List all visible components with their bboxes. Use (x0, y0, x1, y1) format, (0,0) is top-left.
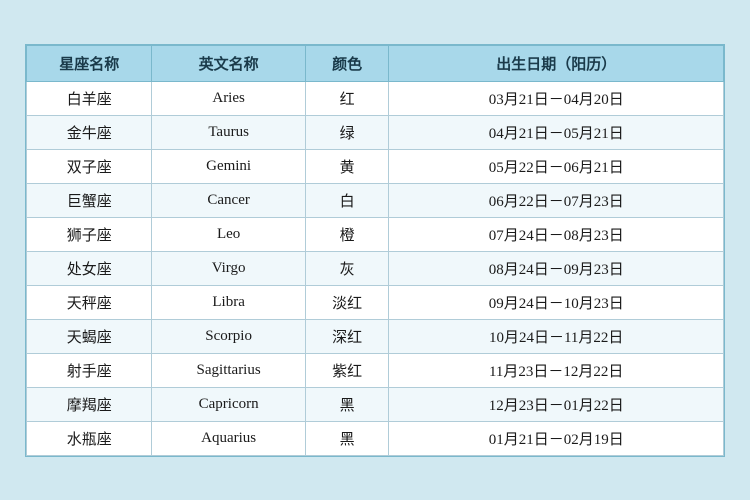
cell-color: 深红 (305, 319, 389, 353)
header-en: 英文名称 (152, 45, 305, 81)
cell-color: 黄 (305, 149, 389, 183)
cell-date: 09月24日－10月23日 (389, 285, 724, 319)
table-row: 天蝎座Scorpio深红10月24日－11月22日 (27, 319, 724, 353)
cell-date: 03月21日－04月20日 (389, 81, 724, 115)
cell-zh: 巨蟹座 (27, 183, 152, 217)
cell-color: 淡红 (305, 285, 389, 319)
cell-en: Aquarius (152, 421, 305, 455)
header-date: 出生日期（阳历） (389, 45, 724, 81)
cell-zh: 水瓶座 (27, 421, 152, 455)
table-row: 白羊座Aries红03月21日－04月20日 (27, 81, 724, 115)
cell-zh: 白羊座 (27, 81, 152, 115)
cell-en: Gemini (152, 149, 305, 183)
cell-zh: 天蝎座 (27, 319, 152, 353)
cell-en: Aries (152, 81, 305, 115)
table-row: 金牛座Taurus绿04月21日－05月21日 (27, 115, 724, 149)
cell-color: 灰 (305, 251, 389, 285)
zodiac-table-container: 星座名称 英文名称 颜色 出生日期（阳历） 白羊座Aries红03月21日－04… (25, 44, 725, 457)
table-row: 摩羯座Capricorn黑12月23日－01月22日 (27, 387, 724, 421)
cell-date: 06月22日－07月23日 (389, 183, 724, 217)
cell-en: Taurus (152, 115, 305, 149)
cell-date: 04月21日－05月21日 (389, 115, 724, 149)
cell-zh: 天秤座 (27, 285, 152, 319)
cell-zh: 双子座 (27, 149, 152, 183)
cell-date: 05月22日－06月21日 (389, 149, 724, 183)
cell-date: 08月24日－09月23日 (389, 251, 724, 285)
table-row: 双子座Gemini黄05月22日－06月21日 (27, 149, 724, 183)
cell-zh: 处女座 (27, 251, 152, 285)
cell-color: 黑 (305, 421, 389, 455)
header-color: 颜色 (305, 45, 389, 81)
cell-zh: 金牛座 (27, 115, 152, 149)
table-row: 射手座Sagittarius紫红11月23日－12月22日 (27, 353, 724, 387)
cell-color: 绿 (305, 115, 389, 149)
table-body: 白羊座Aries红03月21日－04月20日金牛座Taurus绿04月21日－0… (27, 81, 724, 455)
cell-date: 10月24日－11月22日 (389, 319, 724, 353)
cell-zh: 射手座 (27, 353, 152, 387)
cell-date: 07月24日－08月23日 (389, 217, 724, 251)
cell-en: Libra (152, 285, 305, 319)
cell-en: Virgo (152, 251, 305, 285)
cell-en: Cancer (152, 183, 305, 217)
cell-color: 紫红 (305, 353, 389, 387)
table-row: 处女座Virgo灰08月24日－09月23日 (27, 251, 724, 285)
cell-date: 01月21日－02月19日 (389, 421, 724, 455)
table-row: 天秤座Libra淡红09月24日－10月23日 (27, 285, 724, 319)
cell-en: Capricorn (152, 387, 305, 421)
cell-zh: 摩羯座 (27, 387, 152, 421)
cell-color: 红 (305, 81, 389, 115)
cell-date: 12月23日－01月22日 (389, 387, 724, 421)
cell-date: 11月23日－12月22日 (389, 353, 724, 387)
table-row: 狮子座Leo橙07月24日－08月23日 (27, 217, 724, 251)
cell-color: 黑 (305, 387, 389, 421)
cell-en: Scorpio (152, 319, 305, 353)
zodiac-table: 星座名称 英文名称 颜色 出生日期（阳历） 白羊座Aries红03月21日－04… (26, 45, 724, 456)
cell-color: 橙 (305, 217, 389, 251)
table-header-row: 星座名称 英文名称 颜色 出生日期（阳历） (27, 45, 724, 81)
cell-en: Sagittarius (152, 353, 305, 387)
cell-color: 白 (305, 183, 389, 217)
cell-en: Leo (152, 217, 305, 251)
table-row: 水瓶座Aquarius黑01月21日－02月19日 (27, 421, 724, 455)
table-row: 巨蟹座Cancer白06月22日－07月23日 (27, 183, 724, 217)
header-zh: 星座名称 (27, 45, 152, 81)
cell-zh: 狮子座 (27, 217, 152, 251)
